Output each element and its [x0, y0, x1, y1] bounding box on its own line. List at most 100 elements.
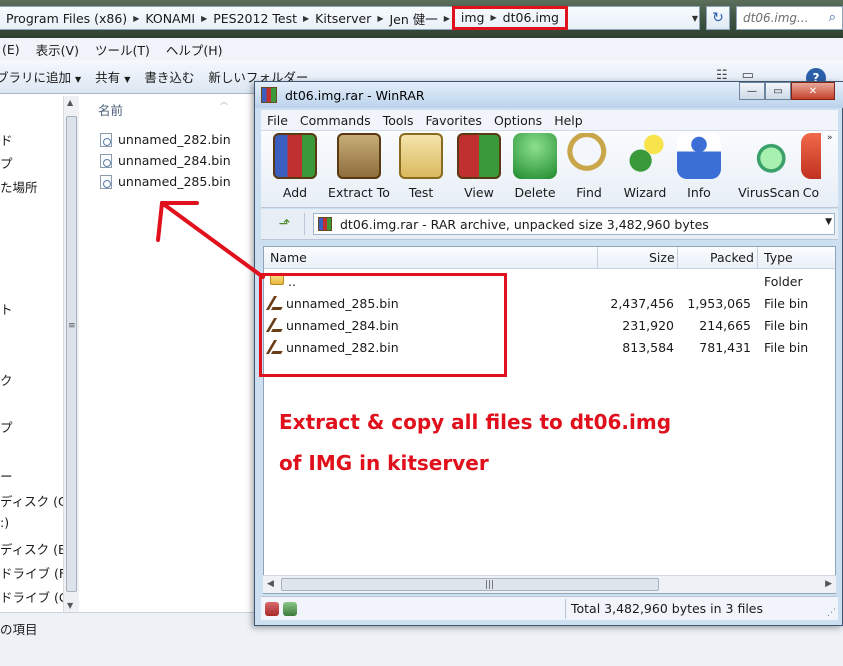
column-header-size[interactable]: Size	[649, 250, 675, 265]
info-label: Info	[687, 185, 711, 200]
file-name: unnamed_282.bin	[118, 132, 231, 147]
navigation-scrollbar[interactable]: ▲ ≡ ▼	[63, 96, 79, 612]
column-divider[interactable]	[597, 247, 598, 269]
menu-help[interactable]: Help	[548, 113, 589, 128]
horizontal-scrollbar[interactable]: ◀ ||| ▶	[263, 575, 836, 593]
column-header-type[interactable]: Type	[764, 250, 793, 265]
winrar-app-icon[interactable]	[261, 87, 277, 103]
share-button[interactable]: 共有 ▼	[95, 67, 130, 86]
annotation-text: Extract & copy all files to dt06.img of …	[279, 402, 719, 484]
file-item[interactable]: unnamed_282.bin	[100, 132, 231, 147]
chevron-right-icon[interactable]: ▶	[442, 14, 452, 23]
chevron-down-icon[interactable]: ▼	[825, 217, 832, 227]
scroll-right-icon[interactable]: ▶	[825, 579, 832, 589]
wizard-button[interactable]: Wizard	[615, 133, 675, 200]
menu-help[interactable]: ヘルプ(H)	[158, 40, 231, 59]
minimize-button[interactable]: —	[739, 82, 765, 100]
archive-path-field[interactable]: dt06.img.rar - RAR archive, unpacked siz…	[313, 213, 835, 235]
chevron-right-icon[interactable]: ▶	[199, 14, 209, 23]
row-size: 813,584	[622, 340, 674, 355]
comment-button[interactable]: Co	[791, 133, 831, 200]
breadcrumb-dt06[interactable]: dt06.img	[499, 10, 563, 25]
nav-item-drive-c[interactable]: ディスク (C:	[0, 491, 71, 510]
burn-button[interactable]: 書き込む	[144, 67, 194, 86]
nav-item[interactable]: ト	[0, 299, 13, 318]
chevron-right-icon[interactable]: ▶	[131, 14, 141, 23]
view-button[interactable]: View	[449, 133, 509, 200]
nav-item[interactable]: ク	[0, 370, 13, 389]
file-item[interactable]: unnamed_285.bin	[100, 174, 231, 189]
scroll-left-icon[interactable]: ◀	[267, 579, 274, 589]
nav-item[interactable]: プ	[0, 153, 13, 172]
column-header-name[interactable]: Name	[270, 250, 307, 265]
key-icon[interactable]	[283, 602, 297, 616]
delete-button[interactable]: Delete	[505, 133, 565, 200]
close-button[interactable]: ✕	[791, 82, 835, 100]
address-bar[interactable]: Program Files (x86) ▶ KONAMI ▶ PES2012 T…	[0, 5, 700, 30]
address-dropdown-icon[interactable]: ▼	[686, 6, 704, 30]
search-input[interactable]: dt06.img... ⌕	[736, 6, 843, 30]
search-icon[interactable]: ⌕	[829, 10, 836, 25]
drive-icon[interactable]	[265, 602, 279, 616]
menu-edit[interactable]: (E)	[0, 42, 28, 57]
file-icon	[100, 174, 112, 189]
scroll-down-icon[interactable]: ▼	[67, 601, 73, 610]
add-archive-icon	[273, 133, 317, 179]
magnifier-icon	[567, 133, 611, 179]
row-packed: 781,431	[699, 340, 751, 355]
breadcrumb[interactable]: KONAMI	[141, 11, 199, 26]
breadcrumb[interactable]: PES2012 Test	[209, 11, 301, 26]
nav-item[interactable]: た場所	[0, 177, 38, 196]
extract-to-button[interactable]: Extract To	[328, 133, 390, 200]
archive-path-text: dt06.img.rar - RAR archive, unpacked siz…	[340, 216, 709, 232]
row-type: File bin	[764, 340, 809, 355]
row-packed: 1,953,065	[687, 296, 751, 311]
menu-view[interactable]: 表示(V)	[28, 40, 87, 59]
winrar-title-bar[interactable]: dt06.img.rar - WinRAR — ▭ ✕	[255, 82, 843, 108]
nav-item[interactable]: プ	[0, 417, 13, 436]
scrollbar-thumb[interactable]: ≡	[66, 116, 77, 592]
breadcrumb[interactable]: Jen 健一	[385, 9, 441, 28]
menu-favorites[interactable]: Favorites	[419, 113, 487, 128]
toolbar-overflow-icon[interactable]: »	[827, 133, 833, 143]
info-button[interactable]: Info	[669, 133, 729, 200]
add-button[interactable]: Add	[265, 133, 325, 200]
resize-grip-icon[interactable]: ⋰	[827, 608, 836, 618]
breadcrumb-img[interactable]: img	[457, 10, 489, 25]
test-button[interactable]: Test	[391, 133, 451, 200]
up-one-level-button[interactable]: ⬏	[265, 213, 305, 235]
file-item[interactable]: unnamed_284.bin	[100, 153, 231, 168]
maximize-button[interactable]: ▭	[765, 82, 791, 100]
nav-item-drive-g[interactable]: ドライブ (G:	[0, 587, 73, 606]
column-divider[interactable]	[677, 247, 678, 269]
menu-tools[interactable]: ツール(T)	[87, 40, 158, 59]
find-button[interactable]: Find	[559, 133, 619, 200]
address-bar-area: Program Files (x86) ▶ KONAMI ▶ PES2012 T…	[0, 0, 843, 38]
breadcrumb[interactable]: Program Files (x86)	[2, 11, 131, 26]
chevron-right-icon[interactable]: ▶	[375, 14, 385, 23]
nav-item[interactable]: ド	[0, 130, 13, 149]
menu-tools[interactable]: Tools	[377, 113, 420, 128]
nav-item-drive-d[interactable]: :)	[0, 515, 9, 530]
nav-item-drive-f[interactable]: ドライブ (F:	[0, 563, 69, 582]
nav-item[interactable]: ー	[0, 466, 13, 485]
chevron-down-icon: ▼	[75, 75, 82, 84]
breadcrumb[interactable]: Kitserver	[311, 11, 375, 26]
virusscan-button[interactable]: VirusScan	[738, 133, 800, 200]
search-placeholder: dt06.img...	[743, 11, 809, 25]
chevron-right-icon[interactable]: ▶	[489, 13, 499, 22]
scroll-up-icon[interactable]: ▲	[67, 98, 73, 107]
add-to-library-button[interactable]: ブラリに追加 ▼	[0, 67, 81, 86]
menu-commands[interactable]: Commands	[294, 113, 377, 128]
column-header-name[interactable]: 名前	[98, 100, 123, 119]
row-type: File bin	[764, 296, 809, 311]
column-divider[interactable]	[757, 247, 758, 269]
test-icon	[399, 133, 443, 179]
chevron-right-icon[interactable]: ▶	[301, 14, 311, 23]
column-header-packed[interactable]: Packed	[710, 250, 754, 265]
row-size: 231,920	[622, 318, 674, 333]
menu-file[interactable]: File	[261, 113, 294, 128]
refresh-button[interactable]: ↻	[706, 6, 730, 30]
scrollbar-thumb[interactable]: |||	[281, 578, 659, 591]
menu-options[interactable]: Options	[488, 113, 548, 128]
